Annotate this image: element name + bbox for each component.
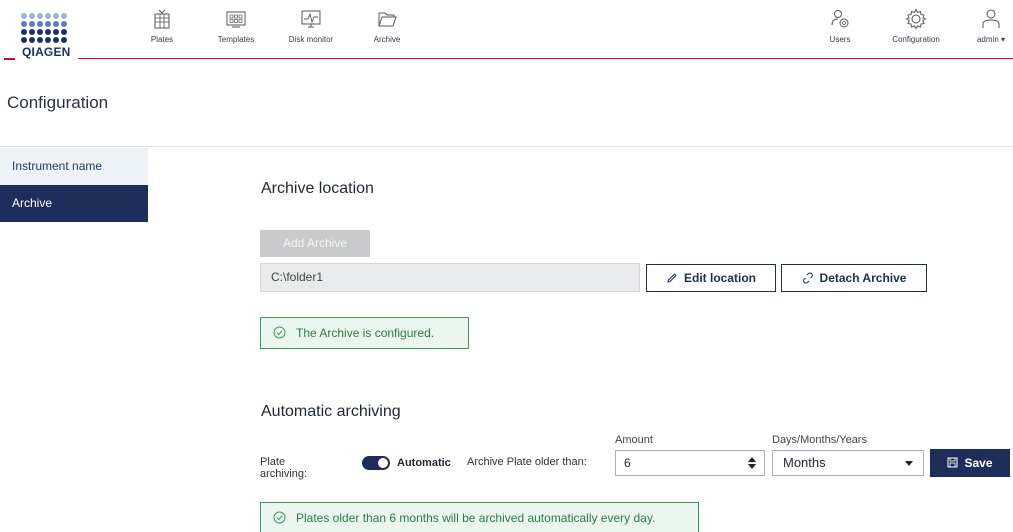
amount-value: 6 bbox=[624, 456, 631, 470]
chevron-down-icon bbox=[905, 461, 913, 466]
nav-admin-label: admin ▾ bbox=[976, 35, 1006, 44]
header-divider bbox=[0, 146, 1013, 147]
users-icon bbox=[831, 10, 849, 28]
automatic-archiving-title: Automatic archiving bbox=[261, 403, 401, 420]
brand-line-left bbox=[4, 58, 15, 60]
edit-location-label: Edit location bbox=[684, 271, 756, 285]
monitor-icon bbox=[301, 10, 321, 28]
spinner-arrows-icon[interactable] bbox=[748, 455, 756, 471]
unit-label: Days/Months/Years bbox=[772, 434, 867, 446]
automatic-toggle[interactable] bbox=[362, 456, 390, 470]
logo-dots-icon bbox=[21, 13, 67, 43]
unit-value: Months bbox=[783, 455, 826, 470]
nav-disk-monitor-label: Disk monitor bbox=[288, 35, 334, 44]
older-than-label: Archive Plate older than: bbox=[467, 456, 587, 468]
top-bar: QIAGEN Plates Templates Disk monitor Arc… bbox=[0, 0, 1013, 62]
nav-plates[interactable]: Plates bbox=[147, 8, 177, 44]
nav-configuration[interactable]: Configuration bbox=[887, 8, 945, 44]
nav-templates[interactable]: Templates bbox=[215, 8, 257, 44]
nav-archive-label: Archive bbox=[373, 35, 401, 44]
plate-archiving-label: Plate archiving: bbox=[260, 456, 308, 480]
user-icon bbox=[982, 9, 1000, 28]
detach-archive-button[interactable]: Detach Archive bbox=[781, 264, 927, 292]
settings-sidebar: Instrument name Archive bbox=[0, 148, 148, 222]
amount-input[interactable]: 6 bbox=[615, 450, 765, 476]
template-icon bbox=[226, 11, 246, 28]
nav-templates-label: Templates bbox=[217, 35, 255, 44]
detach-archive-label: Detach Archive bbox=[819, 271, 907, 285]
page-title: Configuration bbox=[7, 93, 109, 112]
archive-configured-text: The Archive is configured. bbox=[296, 326, 435, 340]
qiagen-logo[interactable]: QIAGEN bbox=[20, 12, 80, 60]
nav-admin-menu[interactable]: admin ▾ bbox=[974, 8, 1008, 44]
check-circle-icon bbox=[273, 511, 286, 524]
folder-icon bbox=[378, 12, 397, 27]
auto-archive-info-text: Plates older than 6 months will be archi… bbox=[296, 511, 656, 525]
toggle-knob bbox=[378, 458, 388, 468]
nav-users-label: Users bbox=[829, 35, 851, 44]
save-button[interactable]: Save bbox=[930, 449, 1010, 477]
archive-configured-alert: The Archive is configured. bbox=[260, 317, 469, 349]
automatic-toggle-label: Automatic bbox=[397, 457, 451, 469]
save-label: Save bbox=[964, 456, 993, 470]
save-icon bbox=[947, 457, 958, 468]
nav-plates-label: Plates bbox=[150, 35, 174, 44]
sidebar-item-archive[interactable]: Archive bbox=[0, 185, 148, 222]
sidebar-item-instrument-name[interactable]: Instrument name bbox=[0, 148, 148, 185]
check-circle-icon bbox=[273, 326, 286, 339]
nav-disk-monitor[interactable]: Disk monitor bbox=[286, 8, 336, 44]
add-archive-button[interactable]: Add Archive bbox=[260, 230, 370, 257]
unit-select[interactable]: Months bbox=[772, 450, 924, 476]
archive-location-title: Archive location bbox=[261, 180, 374, 197]
nav-configuration-label: Configuration bbox=[892, 35, 940, 44]
broken-link-icon bbox=[802, 272, 813, 284]
nav-users[interactable]: Users bbox=[828, 8, 852, 44]
logo-text: QIAGEN bbox=[22, 45, 71, 59]
plate-icon bbox=[154, 9, 170, 29]
archive-path-field: C:\folder1 bbox=[260, 263, 640, 292]
brand-line-right bbox=[78, 58, 1013, 59]
gear-icon bbox=[905, 8, 927, 30]
pencil-icon bbox=[667, 273, 677, 283]
amount-label: Amount bbox=[615, 434, 653, 446]
auto-archive-info-alert: Plates older than 6 months will be archi… bbox=[260, 502, 699, 532]
nav-archive[interactable]: Archive bbox=[371, 8, 403, 44]
edit-location-button[interactable]: Edit location bbox=[646, 264, 776, 292]
